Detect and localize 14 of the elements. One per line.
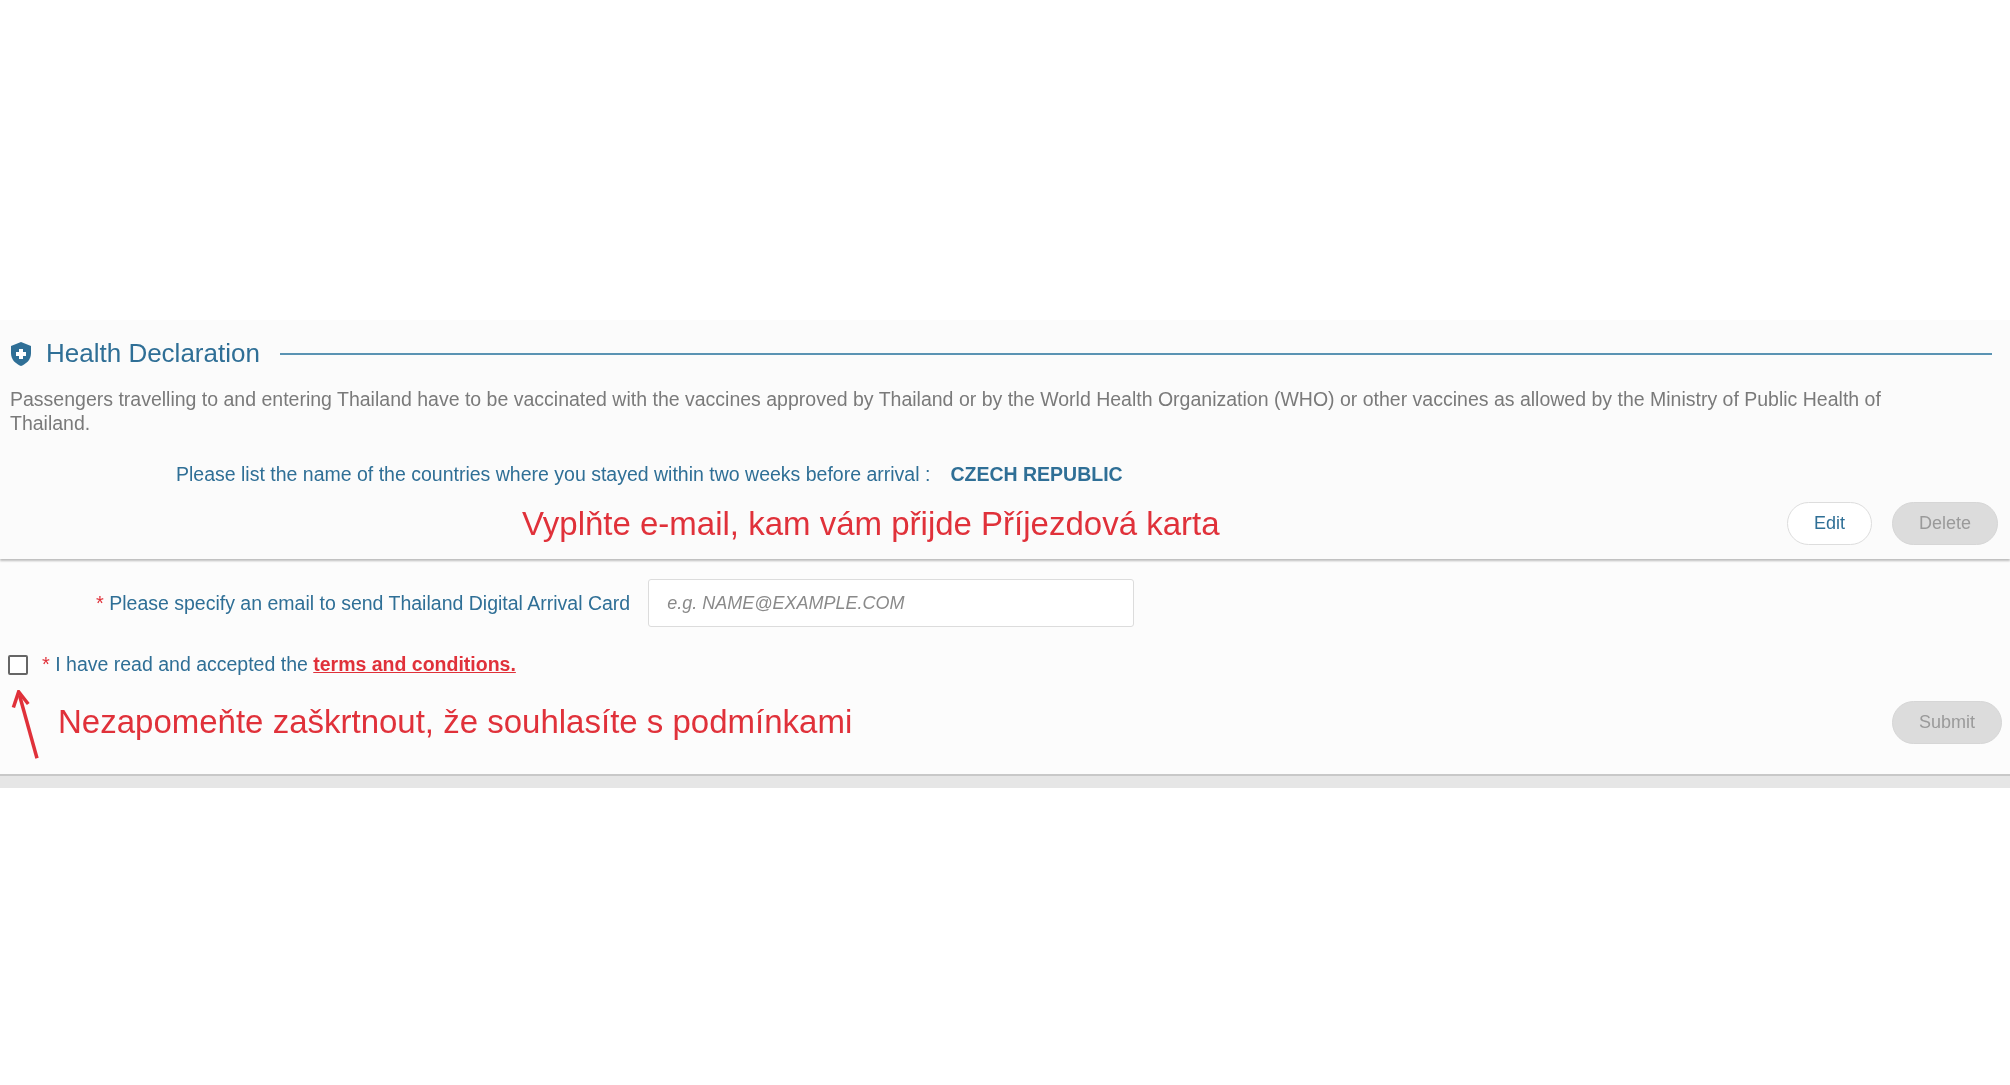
shield-icon [10,340,32,367]
action-button[interactable]: Edit [1786,502,1872,545]
annotation-text: Nezapomeňte zaškrtnout, že souhlasíte s podmínkami [58,703,854,741]
section-title: Health Declaration [46,338,260,369]
terms-link[interactable]: terms and conditions. [313,653,516,675]
countries-label: Please list the name of the countries where you stayed within two weeks before arrival : [176,463,931,486]
terms-text: * I have read and accepted the terms and conditions. [42,653,516,676]
email-field[interactable]: e.g. NAME@EXAMPLE.COM [648,579,1135,627]
arrow [11,690,39,759]
annotation-text: Vyplňte e-mail, kam vám přijde Příjezdová karta [522,504,1221,543]
email-label: * Please specify an email to send Thailand Digital Arrival Card [96,591,631,615]
terms-checkbox[interactable] [8,654,28,675]
countries-value: CZECH REPUBLIC [950,463,1123,486]
notice-text: Passengers travelling to and entering Thailand have to be vaccinated with the vaccines approved by Thailand or by the World Health Organization (WHO) or other vaccines as allowed by the Ministry of Public Health of Thailand. [10,387,1882,435]
